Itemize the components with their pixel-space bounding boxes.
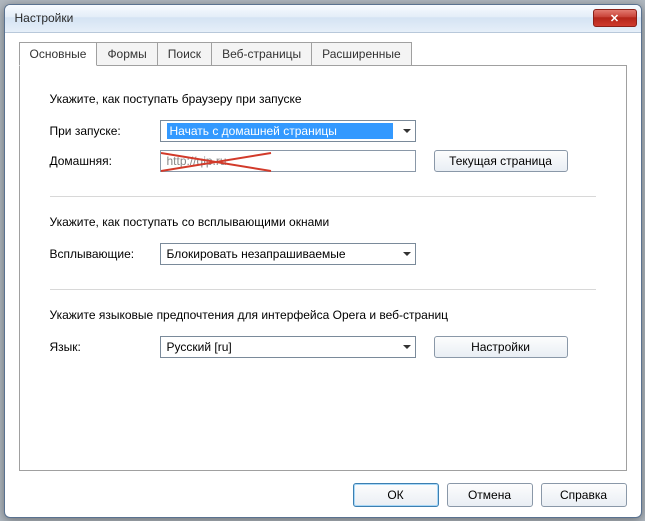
popups-row: Всплывающие: Блокировать незапрашиваемые — [50, 243, 596, 265]
language-select[interactable]: Русский [ru] — [160, 336, 416, 358]
language-settings-button[interactable]: Настройки — [434, 336, 568, 358]
home-label: Домашняя: — [50, 154, 160, 168]
close-button[interactable]: ✕ — [593, 9, 637, 27]
chevron-down-icon — [403, 252, 411, 256]
separator — [50, 196, 596, 197]
close-icon: ✕ — [610, 12, 619, 25]
tab-advanced[interactable]: Расширенные — [311, 42, 412, 66]
popups-label: Всплывающие: — [50, 247, 160, 261]
popups-section-label: Укажите, как поступать со всплывающими о… — [50, 215, 596, 229]
cancel-button[interactable]: Отмена — [447, 483, 533, 507]
language-section-label: Укажите языковые предпочтения для интерф… — [50, 308, 596, 322]
on-start-select[interactable]: Начать с домашней страницы — [160, 120, 416, 142]
ok-button[interactable]: ОК — [353, 483, 439, 507]
tab-search[interactable]: Поиск — [157, 42, 212, 66]
separator — [50, 289, 596, 290]
window-title: Настройки — [15, 11, 593, 25]
home-row: Домашняя: http://qip.ru Текущая страница — [50, 150, 596, 172]
chevron-down-icon — [403, 129, 411, 133]
popups-value: Блокировать незапрашиваемые — [167, 247, 397, 261]
home-value: http://qip.ru — [167, 154, 227, 168]
titlebar: Настройки ✕ — [5, 5, 641, 33]
dialog-buttons: ОК Отмена Справка — [5, 475, 641, 517]
tab-forms[interactable]: Формы — [96, 42, 157, 66]
language-value: Русский [ru] — [167, 340, 397, 354]
chevron-down-icon — [403, 345, 411, 349]
startup-section-label: Укажите, как поступать браузеру при запу… — [50, 92, 596, 106]
on-start-label: При запуске: — [50, 124, 160, 138]
current-page-button[interactable]: Текущая страница — [434, 150, 568, 172]
tab-general[interactable]: Основные — [19, 42, 98, 66]
home-input[interactable]: http://qip.ru — [160, 150, 416, 172]
settings-window: Настройки ✕ Основные Формы Поиск Веб-стр… — [4, 4, 642, 518]
help-button[interactable]: Справка — [541, 483, 627, 507]
language-label: Язык: — [50, 340, 160, 354]
tab-webpages[interactable]: Веб-страницы — [211, 42, 312, 66]
language-row: Язык: Русский [ru] Настройки — [50, 336, 596, 358]
tab-strip: Основные Формы Поиск Веб-страницы Расшир… — [19, 41, 627, 65]
startup-row: При запуске: Начать с домашней страницы — [50, 120, 596, 142]
on-start-value: Начать с домашней страницы — [167, 123, 393, 139]
tab-panel-general: Укажите, как поступать браузеру при запу… — [19, 65, 627, 471]
popups-select[interactable]: Блокировать незапрашиваемые — [160, 243, 416, 265]
content-area: Основные Формы Поиск Веб-страницы Расшир… — [5, 33, 641, 475]
